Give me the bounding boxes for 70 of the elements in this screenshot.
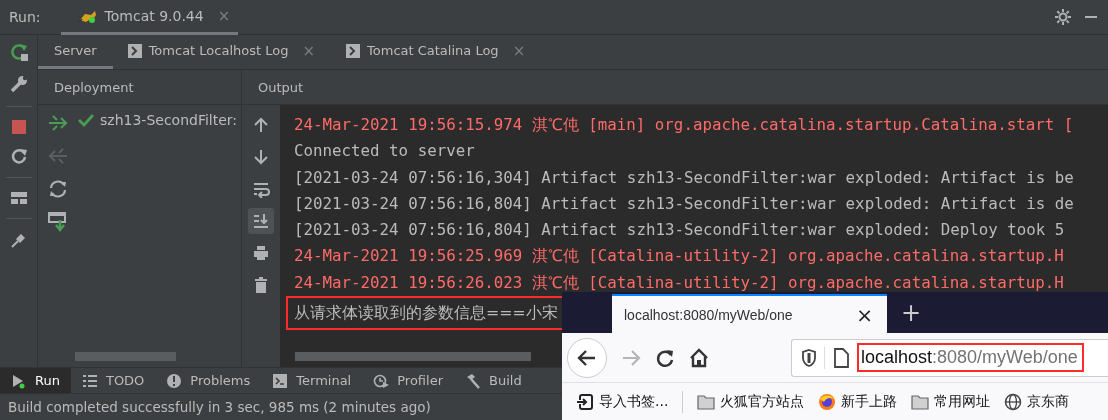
panel-tab[interactable]: Server [38, 35, 113, 69]
back-button[interactable] [567, 337, 607, 378]
fox-globe-icon [818, 392, 837, 411]
console-line: Connected to server [294, 140, 476, 163]
tool-window-tab[interactable]: Profiler [362, 368, 454, 393]
tool-window-tab[interactable]: TODO [70, 368, 156, 393]
scrollbar[interactable] [295, 352, 531, 361]
home-icon[interactable] [689, 347, 709, 368]
back-arrow-icon [577, 348, 597, 367]
console-line: 24-Mar-2021 19:56:15.974 淇℃伅 [main] org.apache.catalina.startup.Catalina.start [ [294, 114, 1075, 136]
wrench-icon[interactable] [8, 74, 29, 94]
restart-icon[interactable] [9, 147, 28, 165]
panel-tab[interactable]: Tomcat Localhost Log × [112, 35, 332, 69]
console-line: [2021-03-24 07:56:16,804] Artifact szh13-SecondFilter:war exploded: Deploy took 5 [294, 219, 1066, 242]
problems-icon [166, 372, 183, 389]
bookmark-item[interactable]: 新手上路 [818, 392, 898, 411]
soft-wrap-icon [252, 180, 270, 198]
printer-icon [252, 244, 270, 262]
bookmark-item[interactable]: 导入书签... [576, 392, 669, 411]
console-line: 24-Mar-2021 19:56:25.969 淇℃伅 [Catalina-utility-2] org.apache.catalina.startup.H [294, 245, 1065, 268]
import-icon [576, 392, 594, 411]
folder-icon [697, 392, 716, 411]
console-line: [2021-03-24 07:56:16,804] Artifact szh13-SecondFilter:war exploded: Artifact is de [294, 192, 1075, 215]
profiler-icon [373, 372, 390, 389]
todo-icon [81, 372, 98, 389]
build-icon [465, 372, 481, 389]
close-icon[interactable]: × [856, 302, 873, 327]
tool-window-tab[interactable]: Run [0, 368, 71, 393]
panel-header: Deployment [38, 70, 242, 104]
run-icon [11, 372, 27, 389]
globe-icon [1004, 392, 1023, 411]
layout-icon[interactable] [9, 190, 28, 206]
trash-icon [252, 276, 270, 294]
settings-icon[interactable] [1054, 8, 1072, 26]
url-text: localhost:8080/myWeb/one [857, 343, 1084, 372]
scroll-to-end-icon [252, 212, 270, 230]
up-arrow-icon [252, 116, 270, 134]
refresh-icon[interactable] [48, 179, 68, 199]
scroll-to-end-button[interactable] [248, 208, 274, 234]
console-icon [345, 42, 362, 59]
tool-window-tab[interactable]: Build [454, 368, 533, 393]
address-field[interactable]: localhost:8080/myWeb/one [791, 338, 1108, 377]
shield-icon [802, 348, 816, 367]
scrollbar[interactable] [75, 352, 176, 361]
new-tab-button[interactable]: + [901, 292, 922, 333]
tool-window-tab[interactable]: Terminal [261, 368, 363, 393]
rerun-icon[interactable] [8, 42, 29, 62]
console-line: [2021-03-24 07:56:16,304] Artifact szh13-SecondFilter:war exploded: Artifact is be [294, 166, 1075, 189]
tool-window-tab[interactable]: Problems [155, 368, 262, 393]
reload-icon[interactable] [655, 347, 675, 368]
deploy-down-icon[interactable] [48, 212, 68, 234]
down-arrow-icon [252, 148, 270, 166]
panel-header: Output [257, 78, 304, 97]
browser-tab[interactable]: localhost:8080/myWeb/one × [612, 294, 887, 333]
undeploy-icon [47, 146, 69, 166]
bookmark-item[interactable]: 火狐官方站点 [697, 392, 805, 411]
terminal-icon [272, 372, 289, 389]
console-line: 24-Mar-2021 19:56:26.023 淇℃伅 [Catalina-utility-2] org.apache.catalina.startup.H [294, 271, 1065, 294]
artifact-item[interactable]: szh13-SecondFilter: [100, 112, 238, 128]
run-label: Run: [9, 9, 41, 25]
configuration-tab[interactable]: Tomcat 9.0.44 × [60, 0, 239, 35]
folder-icon [911, 392, 930, 411]
page-icon [833, 347, 849, 368]
panel-tab[interactable]: Tomcat Catalina Log × [331, 35, 542, 69]
console-icon [126, 42, 143, 59]
pin-icon[interactable] [9, 231, 28, 249]
stop-icon[interactable] [10, 119, 27, 135]
deploy-icon[interactable] [47, 113, 69, 133]
bookmark-item[interactable]: 京东商 [1004, 392, 1070, 411]
bookmark-item[interactable]: 常用网址 [911, 392, 991, 411]
